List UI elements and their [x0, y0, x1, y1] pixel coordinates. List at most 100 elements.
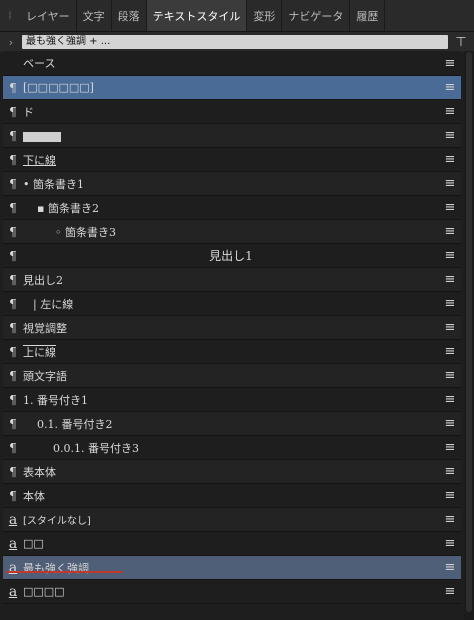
hamburger-menu-icon[interactable]: ≡	[439, 512, 461, 527]
hamburger-menu-icon[interactable]: ≡	[439, 488, 461, 503]
list-item[interactable]: a □□□□ ≡	[3, 580, 461, 604]
style-name: 下に線	[23, 153, 56, 167]
hamburger-menu-icon[interactable]: ≡	[439, 296, 461, 311]
style-name: 頭文字語	[23, 369, 67, 383]
list-item[interactable]: ¶ | 左に線 ≡	[3, 292, 461, 316]
pilcrow-icon: ¶	[9, 296, 17, 311]
hamburger-menu-icon[interactable]: ≡	[439, 152, 461, 167]
tab-paragraph[interactable]: 段落	[112, 0, 147, 31]
list-item[interactable]: ¶ 視覚調整 ≡	[3, 316, 461, 340]
hamburger-menu-icon[interactable]: ≡	[439, 176, 461, 191]
hamburger-menu-icon[interactable]: ≡	[439, 344, 461, 359]
style-name: ◦ 箇条書き3	[55, 225, 116, 239]
style-name: 0.0.1. 番号付き3	[53, 441, 139, 455]
list-item[interactable]: ¶ 下に線 ≡	[3, 148, 461, 172]
style-name: □□	[23, 537, 44, 550]
hamburger-menu-icon[interactable]: ≡	[439, 104, 461, 119]
list-item[interactable]: ¶ 見出し2 ≡	[3, 268, 461, 292]
list-item[interactable]: ¶ 本体 ≡	[3, 484, 461, 508]
scrollbar-thumb[interactable]	[466, 52, 472, 612]
list-item[interactable]: a □□ ≡	[3, 532, 461, 556]
list-item[interactable]: ¶ 1. 番号付き1 ≡	[3, 388, 461, 412]
tab-history[interactable]: 履歴	[350, 0, 386, 31]
style-toolbar: › 最も強く強調 + ... ⊤	[0, 32, 474, 52]
list-item[interactable]: ¶ 表本体 ≡	[3, 460, 461, 484]
chevron-right-icon[interactable]: ›	[0, 36, 22, 49]
style-name: [□□□□□□]	[23, 81, 94, 94]
style-name: 最も強く強調	[23, 561, 89, 575]
pilcrow-icon: ¶	[9, 440, 17, 455]
pilcrow-icon: ¶	[9, 488, 17, 503]
new-text-style-icon[interactable]: ⊤	[448, 35, 474, 50]
hamburger-menu-icon[interactable]: ≡	[439, 584, 461, 599]
hamburger-menu-icon[interactable]: ≡	[439, 560, 461, 575]
list-item[interactable]: ¶ [□□□□□□] ≡	[3, 76, 461, 100]
pilcrow-icon: ¶	[9, 368, 17, 383]
list-item[interactable]: ¶ 見出し1 ≡	[3, 244, 461, 268]
hamburger-menu-icon[interactable]: ≡	[439, 272, 461, 287]
hamburger-menu-icon[interactable]: ≡	[439, 128, 461, 143]
hamburger-menu-icon[interactable]: ≡	[439, 392, 461, 407]
list-item[interactable]: ベース ≡	[3, 51, 461, 76]
list-item[interactable]: ¶ • 箇条書き1 ≡	[3, 172, 461, 196]
pilcrow-icon: ¶	[9, 128, 17, 143]
hamburger-menu-icon[interactable]: ≡	[439, 368, 461, 383]
current-style-field[interactable]: 最も強く強調 + ...	[22, 35, 448, 49]
list-item[interactable]: ¶ □□□ ≡	[3, 124, 461, 148]
hamburger-menu-icon[interactable]: ≡	[439, 416, 461, 431]
list-item[interactable]: ¶ 0.1. 番号付き2 ≡	[3, 412, 461, 436]
style-name: • 箇条書き1	[23, 177, 84, 191]
panel-tab-bar: ⁞ レイヤー 文字 段落 テキストスタイル 変形 ナビゲータ 履歴	[0, 0, 474, 32]
style-preview-underline	[6, 571, 122, 573]
list-item[interactable]: ¶ ◦ 箇条書き3 ≡	[3, 220, 461, 244]
hamburger-menu-icon[interactable]: ≡	[439, 464, 461, 479]
style-name: ベース	[23, 57, 56, 70]
pilcrow-icon: ¶	[9, 344, 17, 359]
tab-transform[interactable]: 変形	[247, 0, 283, 31]
hamburger-menu-icon[interactable]: ≡	[439, 224, 461, 239]
list-item[interactable]: ¶ 頭文字語 ≡	[3, 364, 461, 388]
text-style-list: ベース ≡ ¶ [□□□□□□] ≡ ¶ ド ≡ ¶ □□□ ≡ ¶ 下に線 ≡…	[3, 51, 461, 604]
hamburger-menu-icon[interactable]: ≡	[439, 536, 461, 551]
list-item[interactable]: ¶ 0.0.1. 番号付き3 ≡	[3, 436, 461, 460]
pilcrow-icon: ¶	[9, 224, 17, 239]
style-name: □□□□	[23, 585, 65, 598]
pilcrow-icon: ¶	[9, 80, 17, 95]
tab-layers[interactable]: レイヤー	[20, 0, 77, 31]
hamburger-menu-icon[interactable]: ≡	[439, 440, 461, 455]
list-item[interactable]: ¶ ▪ 箇条書き2 ≡	[3, 196, 461, 220]
style-name: □□□	[23, 129, 439, 142]
tab-navigator[interactable]: ナビゲータ	[282, 0, 351, 31]
hamburger-menu-icon[interactable]: ≡	[439, 200, 461, 215]
list-item[interactable]: a [スタイルなし] ≡	[3, 508, 461, 532]
pilcrow-icon: ¶	[9, 104, 17, 119]
character-style-icon: a	[8, 583, 18, 600]
style-name: ▪ 箇条書き2	[37, 201, 99, 215]
tab-text-styles[interactable]: テキストスタイル	[146, 0, 248, 31]
list-item[interactable]: a 最も強く強調 ≡	[3, 556, 461, 580]
hamburger-menu-icon[interactable]: ≡	[439, 56, 461, 71]
style-name: 1. 番号付き1	[23, 393, 88, 407]
style-name: [スタイルなし]	[23, 516, 91, 527]
list-item[interactable]: ¶ ド ≡	[3, 100, 461, 124]
pilcrow-icon: ¶	[9, 320, 17, 335]
pilcrow-icon: ¶	[9, 152, 17, 167]
pilcrow-icon: ¶	[9, 272, 17, 287]
list-item[interactable]: ¶ 上に線 ≡	[3, 340, 461, 364]
hamburger-menu-icon[interactable]: ≡	[439, 248, 461, 263]
style-name: 視覚調整	[23, 321, 67, 335]
style-name: 0.1. 番号付き2	[37, 417, 113, 431]
hamburger-menu-icon[interactable]: ≡	[439, 80, 461, 95]
style-name: 見出し2	[23, 273, 63, 287]
pilcrow-icon: ¶	[9, 248, 17, 263]
pilcrow-icon: ¶	[9, 176, 17, 191]
style-name: 本体	[23, 489, 45, 503]
grip-icon[interactable]: ⁞	[0, 0, 20, 31]
pilcrow-icon: ¶	[9, 392, 17, 407]
character-style-icon: a	[8, 511, 18, 528]
character-style-icon: a	[8, 535, 18, 552]
hamburger-menu-icon[interactable]: ≡	[439, 320, 461, 335]
tab-character[interactable]: 文字	[77, 0, 112, 31]
style-name: 表本体	[23, 465, 56, 479]
pilcrow-icon: ¶	[9, 416, 17, 431]
